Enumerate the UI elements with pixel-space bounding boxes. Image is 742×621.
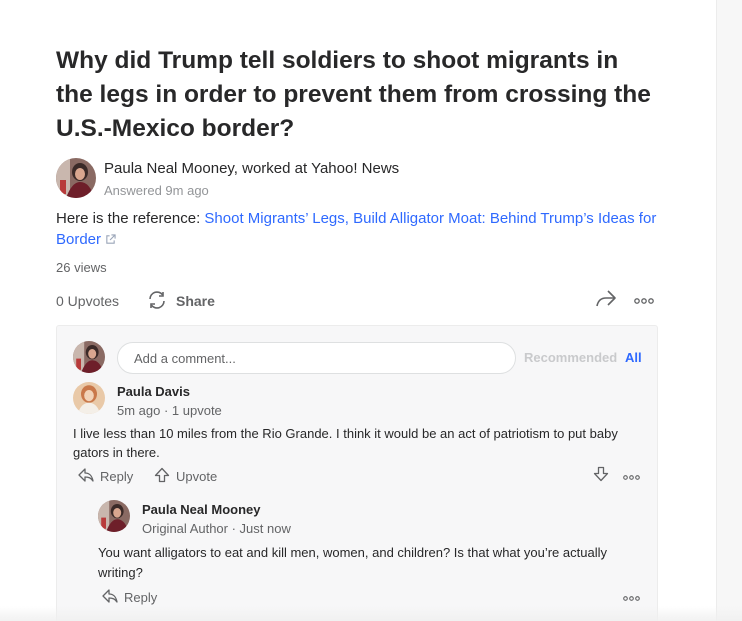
reply-more-button[interactable]: [621, 591, 641, 603]
share-button[interactable]: Share: [146, 290, 215, 312]
downvote-button[interactable]: [592, 466, 610, 487]
more-dots-icon: [634, 291, 654, 309]
share-icon: [146, 290, 168, 313]
forward-arrow-icon: [595, 288, 617, 313]
more-dots-icon: [622, 588, 640, 606]
bottom-fade: [0, 606, 742, 621]
upvote-count[interactable]: 0 Upvotes: [56, 293, 119, 309]
reply-author-avatar[interactable]: [98, 500, 130, 532]
comment-author-name[interactable]: Paula Davis: [117, 384, 190, 399]
answer-text-prefix: Here is the reference:: [56, 210, 205, 227]
comment-meta: 5m ago · 1 upvote: [117, 403, 222, 418]
reply-author-name[interactable]: Paula Neal Mooney: [142, 502, 260, 517]
share-label: Share: [176, 293, 215, 309]
upvote-button[interactable]: Upvote: [154, 467, 217, 486]
comment-text: I live less than 10 miles from the Rio G…: [73, 426, 618, 460]
reply-label: Reply: [124, 590, 158, 605]
upvote-label: Upvote: [176, 469, 218, 484]
answered-timestamp[interactable]: Answered 9m ago: [104, 183, 209, 198]
commenter-avatar[interactable]: [73, 382, 105, 414]
author-credential[interactable]: Paula Neal Mooney, worked at Yahoo! News: [104, 160, 399, 177]
question-title[interactable]: Why did Trump tell soldiers to shoot mig…: [56, 44, 656, 146]
forward-share-button[interactable]: [594, 289, 618, 311]
reply-label: Reply: [100, 469, 134, 484]
add-comment-input[interactable]: [117, 342, 516, 374]
reply-button[interactable]: Reply: [102, 588, 157, 607]
answer-more-button[interactable]: [632, 291, 656, 309]
reply-text: You want alligators to eat and kill men,…: [98, 545, 607, 580]
view-count: 26 views: [56, 260, 107, 275]
sort-recommended-tab[interactable]: Recommended: [524, 350, 617, 365]
external-link-icon: [105, 230, 116, 244]
more-dots-icon: [622, 467, 640, 485]
sort-all-tab[interactable]: All: [625, 350, 642, 365]
right-gutter: [716, 0, 742, 621]
upvote-arrow-icon: [154, 467, 170, 486]
author-avatar[interactable]: [56, 158, 96, 198]
comment-more-button[interactable]: [621, 470, 641, 482]
answer-body: Here is the reference: Shoot Migrants’ L…: [56, 208, 666, 250]
reply-icon: [102, 588, 118, 607]
reply-button[interactable]: Reply: [78, 467, 133, 486]
current-user-avatar: [73, 341, 105, 373]
reply-meta: Original Author · Just now: [142, 521, 291, 536]
reply-icon: [78, 467, 94, 486]
downvote-arrow-icon: [593, 466, 609, 487]
